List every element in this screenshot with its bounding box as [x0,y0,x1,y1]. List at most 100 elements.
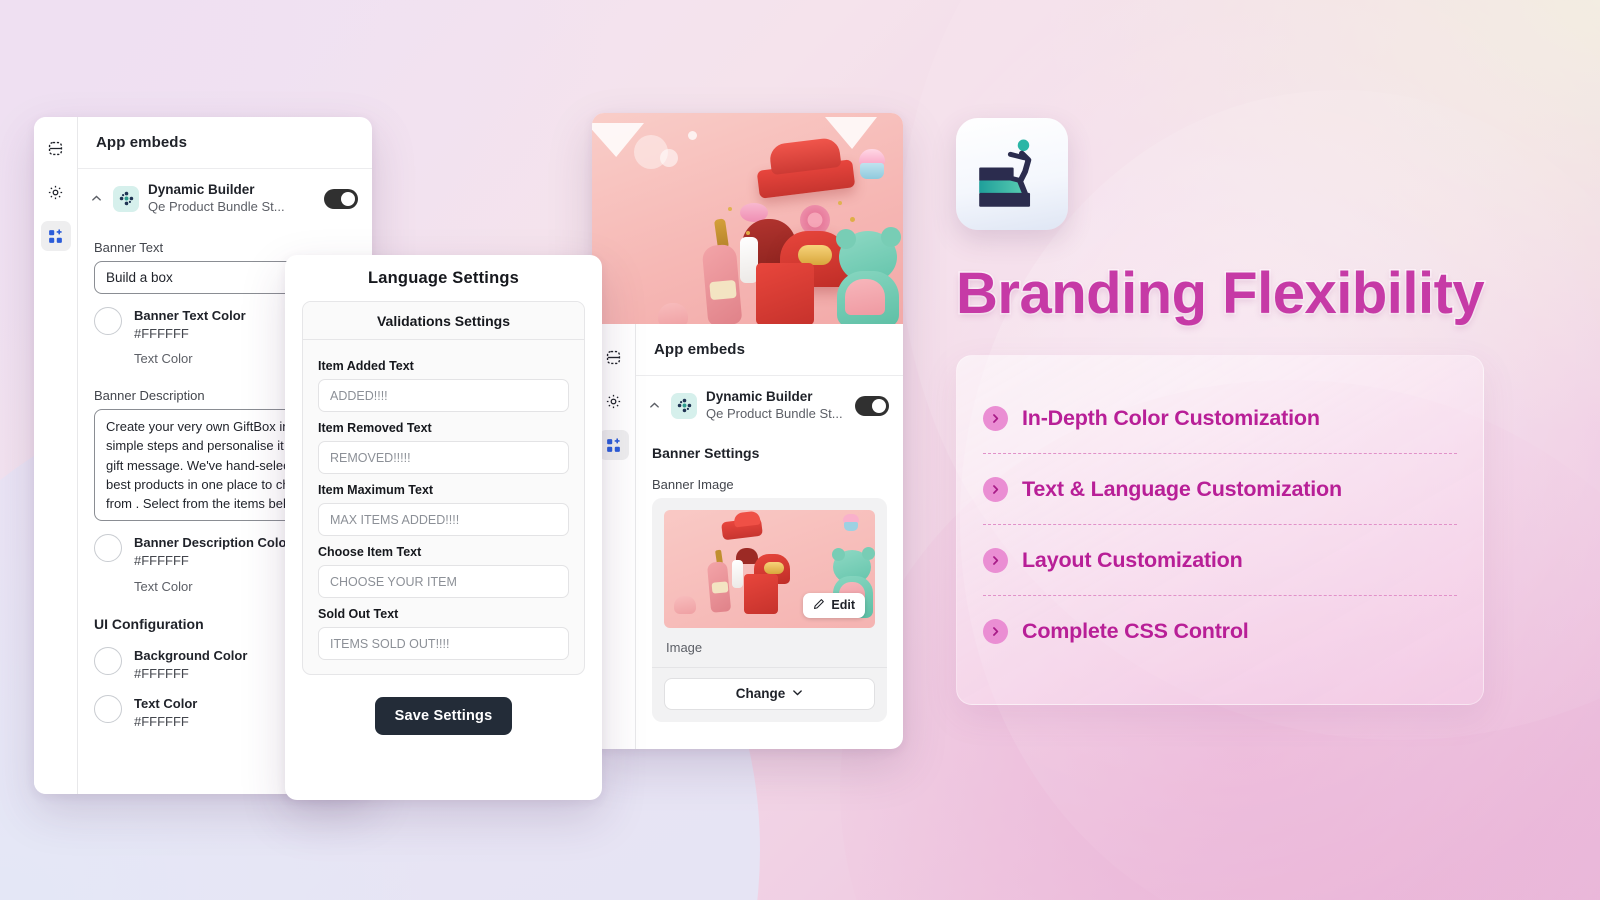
banner-image-caption: Image [666,639,703,655]
banner-text-color-hex: #FFFFFF [134,325,189,341]
chevron-right-circle-icon [983,405,1008,431]
page-title: Branding Flexibility [955,260,1487,328]
bokeh-2 [660,149,678,167]
page-title-right: App embeds [636,324,903,376]
app-blocks-icon[interactable] [598,430,629,460]
red-box-front [756,263,814,324]
banner-description-color-sub: Text Color [134,578,193,594]
item-removed-text-input[interactable] [318,441,569,474]
thumb-teddy-ear-left [832,547,845,561]
background-color-info: Background Color #FFFFFF [134,647,247,682]
page-title-left: App embeds [78,117,372,169]
banner-text-color-swatch[interactable] [94,306,122,335]
chevron-up-icon[interactable] [88,193,104,204]
person-climbing-stairs-icon [956,118,1068,230]
app-enable-toggle-left[interactable] [324,188,358,209]
feature-label: Layout Customization [1022,547,1243,572]
bundle-molecule-icon [113,185,139,212]
banner-text-color-info: Banner Text Color #FFFFFF Text Color [134,307,246,366]
pencil-icon [813,598,825,613]
feature-label: In-Depth Color Customization [1022,405,1320,430]
language-settings-panel: Language Settings Validations Settings I… [285,255,602,800]
chevron-down-icon [792,686,803,701]
app-name-left: Dynamic Builder [148,182,255,197]
sold-out-text-input[interactable] [318,627,569,660]
thumb-red-box [744,573,778,614]
thumb-cupcake-base [844,521,858,531]
validations-fields: Item Added Text Item Removed Text Item M… [303,340,584,674]
banner-description-color-name: Banner Description Color [134,535,292,551]
text-color-name: Text Color [134,696,198,712]
confetti-3 [850,217,855,222]
marketing-section: Branding Flexibility In-Depth Color Cust… [955,118,1516,705]
validations-settings-subtitle: Validations Settings [303,302,584,340]
banner-description-color-swatch[interactable] [94,534,122,563]
text-color-info: Text Color #FFFFFF [134,695,197,730]
feature-item-text-language-customization[interactable]: Text & Language Customization [983,465,1457,513]
feature-divider [983,524,1457,525]
bundle-molecule-icon [671,392,697,419]
change-label: Change [735,686,786,702]
gear-icon[interactable] [41,177,71,207]
banner-settings-heading: Banner Settings [652,444,760,461]
edit-label: Edit [831,598,855,613]
app-meta-right: Dynamic Builder Qe Product Bundle St... [706,389,846,423]
app-subtitle-left: Qe Product Bundle St... [148,198,285,214]
language-settings-title: Language Settings [368,268,519,287]
feature-label: Complete CSS Control [1022,618,1249,643]
thumb-bottle-label [711,581,729,594]
theme-template-icon[interactable] [599,342,629,372]
text-color-swatch[interactable] [94,695,122,724]
app-blocks-icon[interactable] [40,221,71,251]
save-settings-button[interactable]: Save Settings [374,697,513,735]
chevron-right-circle-icon [983,476,1008,502]
background-color-hex: #FFFFFF [134,665,189,681]
chevron-right-circle-icon [983,547,1008,573]
feature-item-color-customization[interactable]: In-Depth Color Customization [983,394,1457,442]
confetti-2 [838,201,842,205]
app-meta-left: Dynamic Builder Qe Product Bundle St... [148,182,315,216]
app-embed-row-left: Dynamic Builder Qe Product Bundle St... [78,169,372,228]
item-removed-text-label: Item Removed Text [318,421,432,435]
teddy-heart [845,279,885,315]
theme-template-icon[interactable] [41,133,71,163]
item-added-text-input[interactable] [318,379,569,412]
change-button-wrap: Change [652,666,887,722]
thumb-teddy-ear-right [862,546,875,560]
confetti-4 [746,231,750,235]
feature-divider [983,453,1457,454]
feature-divider [983,595,1457,596]
feature-label: Text & Language Customization [1022,476,1342,501]
cupcake-base [860,163,884,179]
thumb-gold-bow [764,561,784,574]
banner-image-label: Banner Image [652,476,734,492]
panel-body-right: App embeds Dynamic Builder Qe Product Bu… [636,324,903,749]
banner-text-color-name: Banner Text Color [134,307,246,323]
banner-text-input[interactable] [94,260,295,294]
gear-icon[interactable] [599,386,629,416]
feature-item-layout-customization[interactable]: Layout Customization [983,536,1457,584]
banner-hero-image [592,113,903,324]
choose-item-text-input[interactable] [318,565,569,598]
item-maximum-text-input[interactable] [318,503,569,536]
thumb-gift-bow [733,510,761,528]
banner-description-color-info: Banner Description Color #FFFFFF Text Co… [134,534,291,593]
save-settings-wrap: Save Settings [285,675,602,735]
teddy-ear-right [881,227,901,247]
edit-image-button[interactable]: Edit [803,592,865,618]
feature-item-complete-css-control[interactable]: Complete CSS Control [983,607,1457,655]
teddy-ear-left [836,229,856,249]
feature-list-card: In-Depth Color Customization Text & Lang… [956,355,1484,705]
banner-text-color-sub: Text Color [134,351,193,367]
foreground-heart [658,303,688,324]
item-maximum-text-label: Item Maximum Text [318,483,434,497]
app-enable-toggle-right[interactable] [855,395,889,416]
thumb-white-tube [732,559,743,588]
change-image-button[interactable]: Change [664,677,875,710]
sold-out-text-label: Sold Out Text [318,607,399,621]
app-embeds-panel-right: App embeds Dynamic Builder Qe Product Bu… [592,113,903,749]
bokeh-3 [688,131,697,140]
chevron-up-icon[interactable] [646,400,662,411]
banner-description-color-hex: #FFFFFF [134,553,189,569]
background-color-swatch[interactable] [94,646,122,675]
